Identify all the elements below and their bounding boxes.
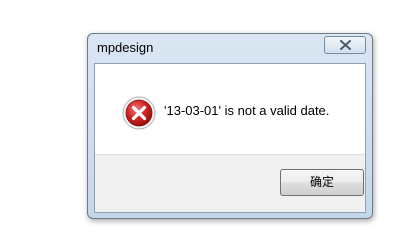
error-message: '13-03-01' is not a valid date. [164,103,330,118]
button-area: 确定 [95,154,365,212]
ok-button[interactable]: 确定 [280,169,364,196]
dialog-title: mpdesign [97,40,154,55]
close-icon [340,40,351,50]
close-button[interactable] [324,36,366,54]
message-area: '13-03-01' is not a valid date. [95,64,365,154]
error-icon [122,96,156,130]
dialog-window: mpdesign '13-03-01' is not a valid date.… [87,33,373,219]
title-bar[interactable]: mpdesign [88,34,372,61]
dialog-body: '13-03-01' is not a valid date. 确定 [94,63,366,213]
